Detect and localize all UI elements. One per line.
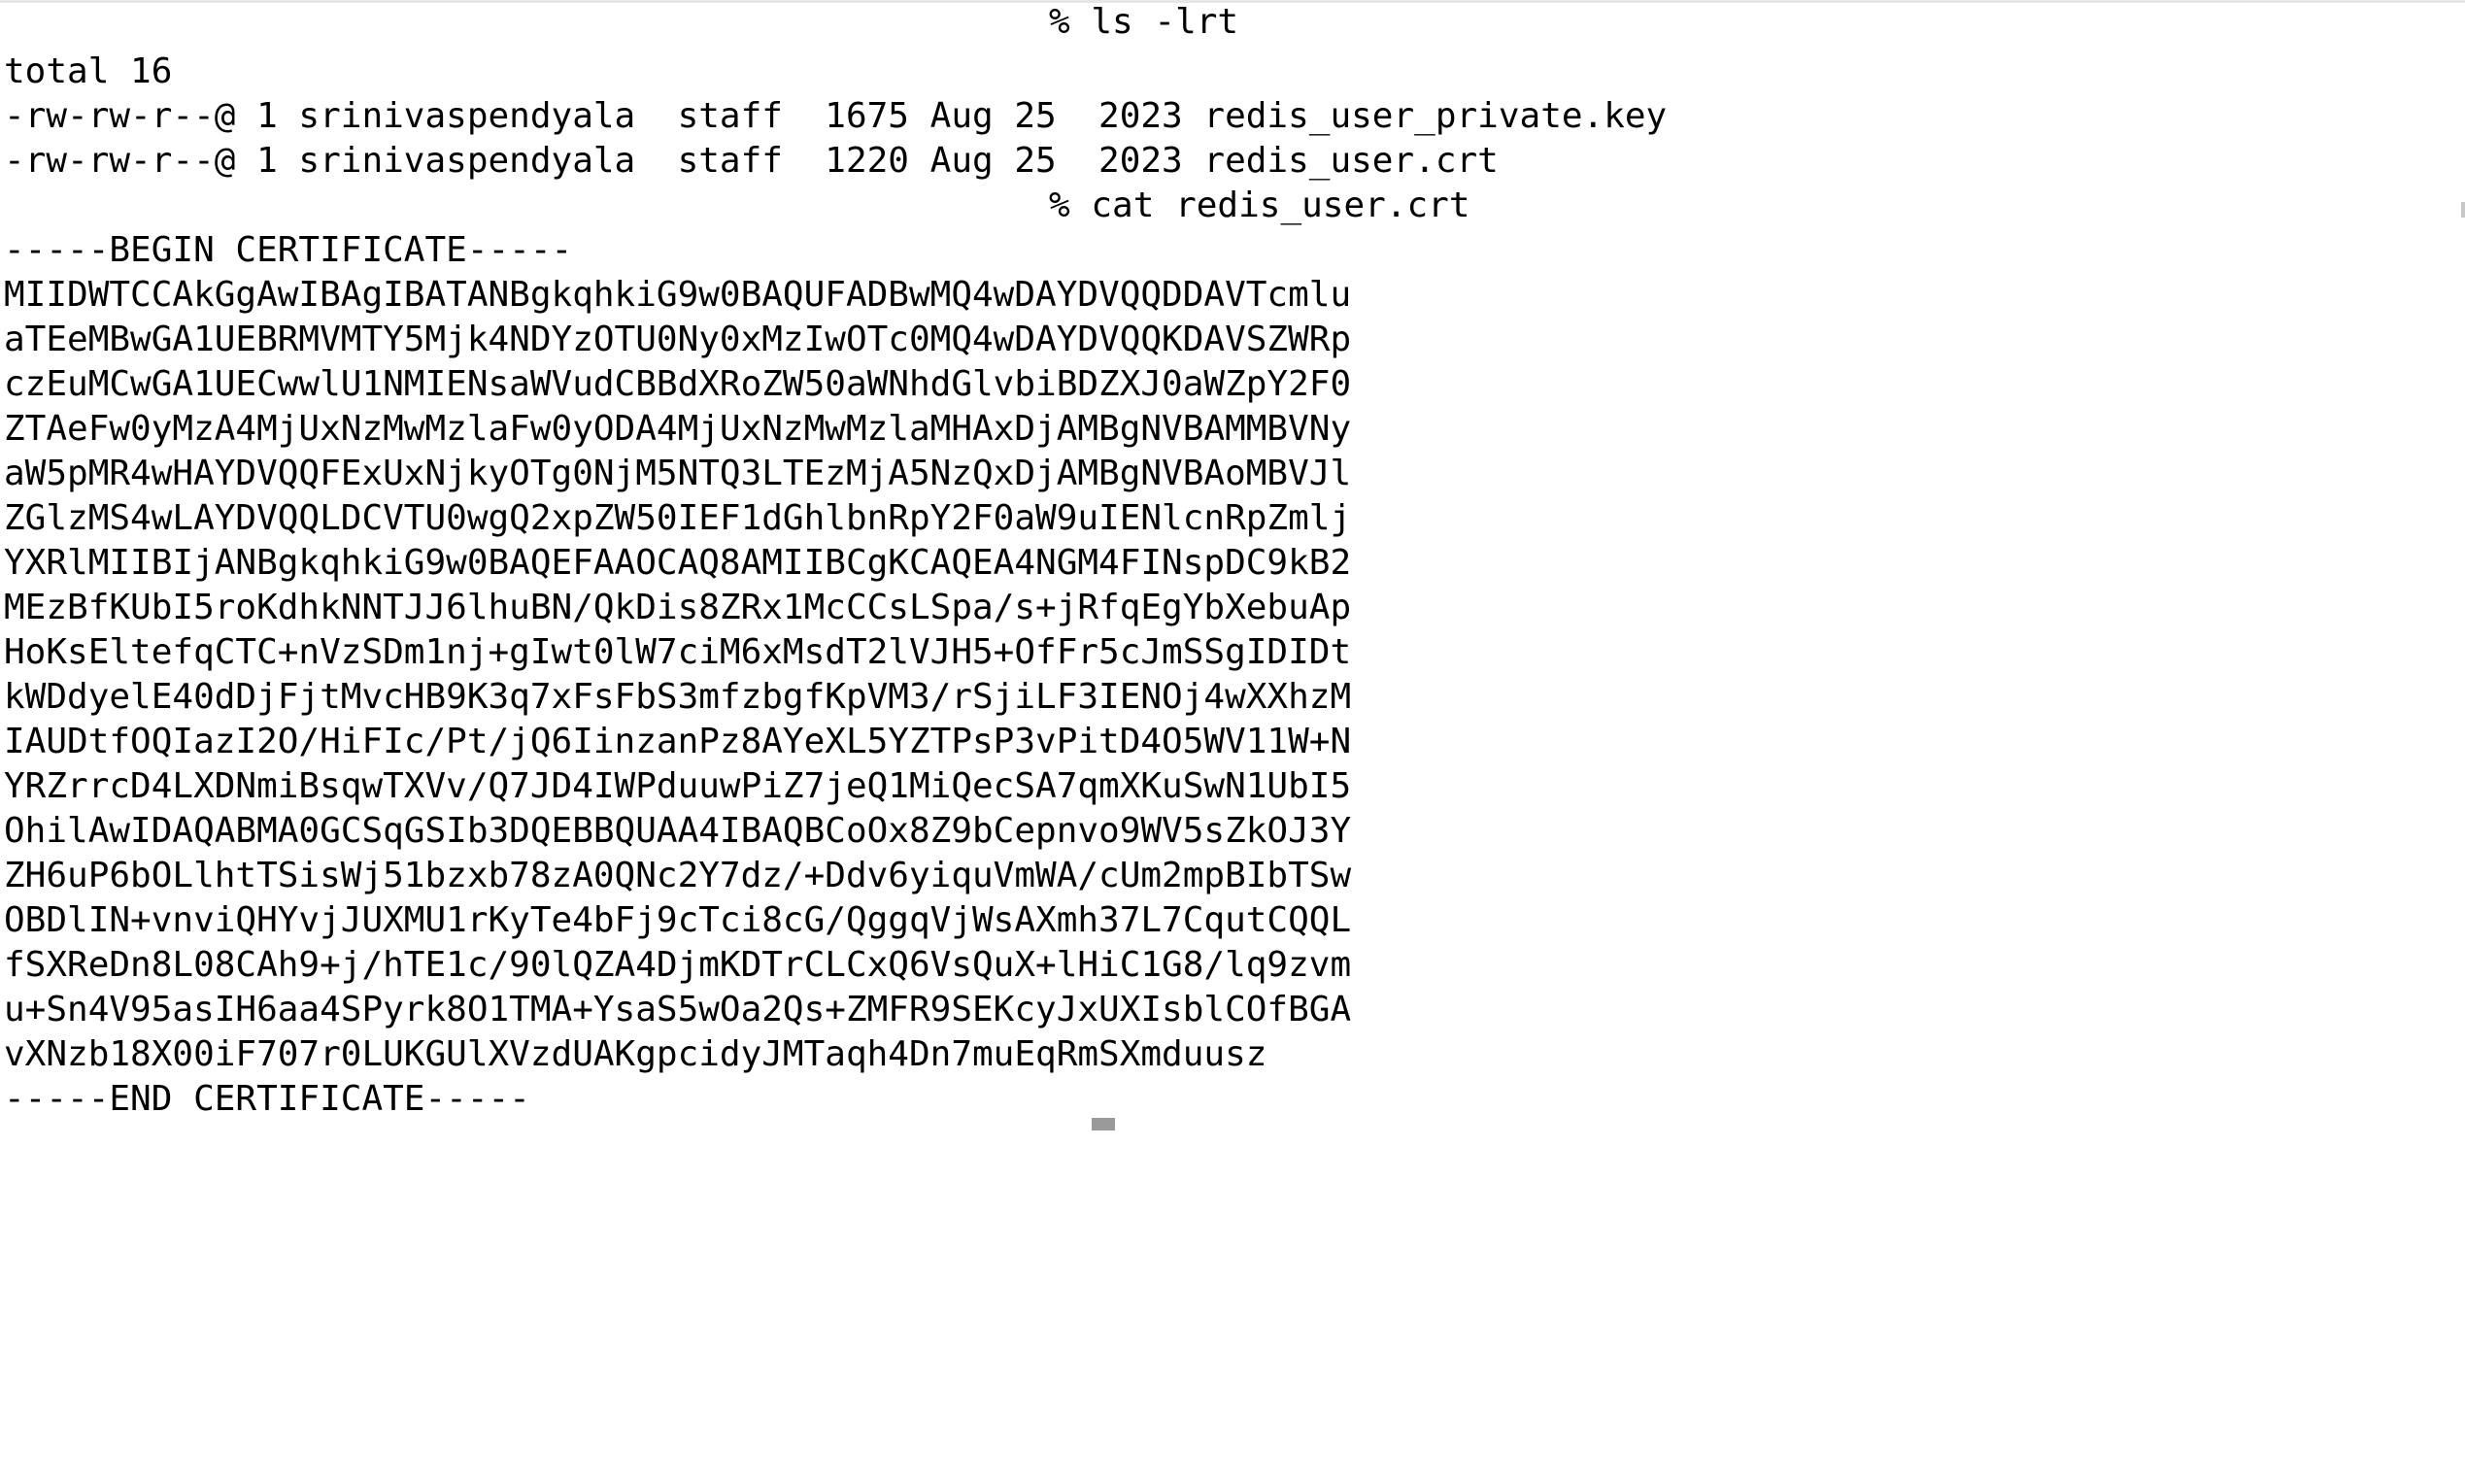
cert-data-line: YXRlMIIBIjANBgkqhkiG9w0BAQEFAAOCAQ8AMIIB… xyxy=(4,543,1352,583)
cert-data-line: IAUDtfOQIazI2O/HiFIc/Pt/jQ6IinzanPz8AYeX… xyxy=(4,722,1352,761)
prompt-line-ls: % ls -lrt xyxy=(4,0,1238,45)
cert-data-line: vXNzb18X00iF707r0LUKGUlXVzdUAKgpcidyJMTa… xyxy=(4,1034,1267,1074)
cert-data-line: u+Sn4V95asIH6aa4SPyrk8O1TMA+YsaS5wOa2Qs+… xyxy=(4,990,1352,1029)
prompt-symbol: % xyxy=(1049,186,1070,225)
cert-data-line: ZH6uP6bOLlhtTSisWj51bzxb78zA0QNc2Y7dz/+D… xyxy=(4,856,1352,895)
scroll-edge-mark xyxy=(2461,202,2465,218)
terminal-window[interactable]: % ls -lrt total 16 -rw-rw-r--@ 1 sriniva… xyxy=(0,0,2465,1484)
file-listing-row: -rw-rw-r--@ 1 srinivaspendyala staff 167… xyxy=(4,96,1668,136)
cert-data-line: aW5pMR4wHAYDVQQFExUxNjkyOTg0NjM5NTQ3LTEz… xyxy=(4,454,1352,493)
cert-data-line: YRZrrcD4LXDNmiBsqwTXVv/Q7JD4IWPduuwPiZ7j… xyxy=(4,766,1352,806)
file-listing-row: -rw-rw-r--@ 1 srinivaspendyala staff 122… xyxy=(4,141,1499,181)
cert-data-line: ZGlzMS4wLAYDVQQLDCVTU0wgQ2xpZW50IEF1dGhl… xyxy=(4,498,1352,538)
cert-data-line: HoKsEltefqCTC+nVzSDm1nj+gIwt0lW7ciM6xMsd… xyxy=(4,632,1352,672)
prompt-command-cat: % cat redis_user.crt xyxy=(1049,184,1470,228)
command-text: cat redis_user.crt xyxy=(1091,186,1470,225)
cert-begin-line: -----BEGIN CERTIFICATE----- xyxy=(4,230,573,270)
output-total: total 16 xyxy=(4,51,173,91)
cert-data-line: fSXReDn8L08CAh9+j/hTE1c/90lQZA4DjmKDTrCL… xyxy=(4,945,1352,985)
cert-data-line: czEuMCwGA1UECwwlU1NMIENsaWVudCBBdXRoZW50… xyxy=(4,364,1352,404)
prompt-symbol: % xyxy=(1049,2,1070,42)
prompt-command-ls: % ls -lrt xyxy=(1049,0,1238,45)
cert-data-line: aTEeMBwGA1UEBRMVMTY5Mjk4NDYzOTU0Ny0xMzIw… xyxy=(4,320,1352,359)
cert-data-line: ZTAeFw0yMzA4MjUxNzMwMzlaFw0yODA4MjUxNzMw… xyxy=(4,409,1352,449)
command-text: ls -lrt xyxy=(1091,2,1239,42)
text-cursor[interactable] xyxy=(1092,1118,1115,1130)
cert-end-line: -----END CERTIFICATE----- xyxy=(4,1079,530,1119)
cert-data-line: MEzBfKUbI5roKdhkNNTJJ6lhuBN/QkDis8ZRx1Mc… xyxy=(4,588,1352,627)
prompt-line-cat: % cat redis_user.crt xyxy=(4,184,1470,228)
cert-data-line: OhilAwIDAQABMA0GCSqGSIb3DQEBBQUAA4IBAQBC… xyxy=(4,811,1352,851)
cert-data-line: kWDdyelE40dDjFjtMvcHB9K3q7xFsFbS3mfzbgfK… xyxy=(4,677,1352,717)
cert-data-line: OBDlIN+vnviQHYvjJUXMU1rKyTe4bFj9cTci8cG/… xyxy=(4,900,1352,940)
cert-data-line: MIIDWTCCAkGgAwIBAgIBATANBgkqhkiG9w0BAQUF… xyxy=(4,275,1352,315)
